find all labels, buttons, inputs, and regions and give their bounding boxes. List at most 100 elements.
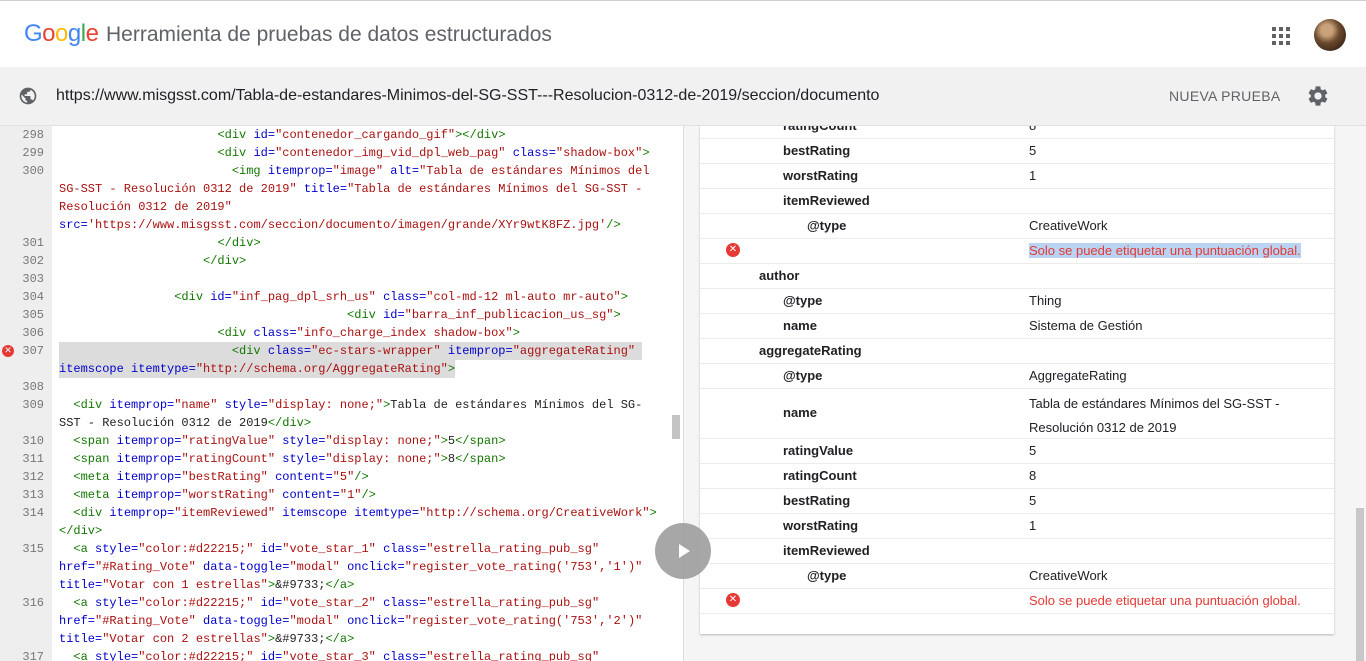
property-name: name (783, 405, 817, 420)
property-name: aggregateRating (759, 343, 862, 358)
property-value: 5 (1029, 143, 1037, 158)
new-test-button[interactable]: NUEVA PRUEBA (1169, 88, 1281, 104)
property-value: 5 (1029, 493, 1037, 508)
line-number: 309 (22, 398, 44, 412)
error-row[interactable]: ✕ Solo se puede etiquetar una puntuación … (700, 588, 1334, 614)
apps-grid-icon[interactable] (1272, 27, 1290, 45)
code-text[interactable]: <div id="barra_inf_publicacion_us_sg"> (59, 306, 621, 324)
property-name: bestRating (783, 493, 851, 508)
error-icon: ✕ (726, 243, 740, 257)
code-text[interactable]: src='https://www.misgsst.com/seccion/doc… (59, 216, 621, 234)
code-text[interactable]: <div id="contenedor_cargando_gif"></div> (59, 126, 505, 144)
code-text[interactable]: SG-SST - Resolución 0312 de 2019" title=… (59, 180, 642, 198)
line-number: 317 (22, 650, 44, 661)
structured-data-card: ratingCount 8 bestRating 5 worstRating 1 itemR… (700, 126, 1334, 634)
line-number: 311 (22, 452, 44, 466)
line-number: 312 (22, 470, 44, 484)
code-text[interactable]: SST - Resolución 0312 de 2019</div> (59, 414, 311, 432)
code-text[interactable]: <a style="color:#d22215;" id="vote_star_… (59, 594, 599, 612)
globe-icon (19, 87, 37, 105)
property-row[interactable]: itemReviewed (700, 188, 1334, 214)
logo-letter: g (67, 20, 81, 47)
code-text[interactable]: href="#Rating_Vote" data-toggle="modal" … (59, 612, 642, 630)
property-row[interactable]: ratingValue 5 (700, 438, 1334, 464)
property-row[interactable]: aggregateRating (700, 338, 1334, 364)
avatar[interactable] (1314, 19, 1346, 51)
property-row[interactable]: bestRating 5 (700, 138, 1334, 164)
app-title: Herramienta de pruebas de datos estructu… (106, 23, 552, 46)
code-text[interactable]: itemscope itemtype="http://schema.org/Ag… (59, 360, 456, 378)
code-text[interactable]: <div itemprop="name" style="display: non… (59, 396, 642, 414)
tested-url[interactable]: https://www.misgsst.com/Tabla-de-estanda… (56, 87, 879, 105)
line-number: 301 (22, 236, 44, 250)
gear-icon[interactable] (1306, 84, 1330, 108)
property-name: @type (783, 368, 823, 383)
code-text[interactable]: </div> (59, 522, 102, 540)
property-row[interactable]: bestRating 5 (700, 488, 1334, 514)
property-row[interactable]: worstRating 1 (700, 163, 1334, 189)
error-icon: ✕ (726, 593, 740, 607)
property-name: author (759, 268, 800, 283)
error-row[interactable]: ✕ Solo se puede etiquetar una puntuación … (700, 238, 1334, 264)
property-value: 8 (1029, 468, 1037, 483)
property-value: 5 (1029, 443, 1037, 458)
property-row[interactable]: @type Thing (700, 288, 1334, 314)
property-row[interactable]: itemReviewed (700, 538, 1334, 564)
line-number: 304 (22, 290, 44, 304)
property-name: ratingCount (783, 126, 857, 133)
property-name: ratingCount (783, 468, 857, 483)
error-icon[interactable]: ✕ (2, 345, 14, 357)
property-value: 8 (1029, 126, 1036, 133)
code-text[interactable]: <span itemprop="ratingValue" style="disp… (59, 432, 505, 450)
error-message: Solo se puede etiquetar una puntuación g… (1029, 593, 1301, 608)
property-name: itemReviewed (783, 193, 870, 208)
property-row[interactable]: @type CreativeWork (700, 213, 1334, 239)
code-text[interactable]: title="Votar con 2 estrellas">&#9733;</a… (59, 630, 354, 648)
logo-letter: e (85, 20, 99, 47)
code-text[interactable]: <div id="contenedor_img_vid_dpl_web_pag"… (59, 144, 649, 162)
property-value: Sistema de Gestión (1029, 318, 1143, 333)
code-text[interactable]: title="Votar con 1 estrellas">&#9733;</a… (59, 576, 354, 594)
property-value: Tabla de estándares Mínimos del SG-SST -… (1029, 396, 1280, 435)
property-row[interactable]: worstRating 1 (700, 513, 1334, 539)
property-row[interactable]: @type CreativeWork (700, 563, 1334, 589)
code-text[interactable]: href="#Rating_Vote" data-toggle="modal" … (59, 558, 642, 576)
code-text[interactable]: <a style="color:#d22215;" id="vote_star_… (59, 540, 599, 558)
property-row[interactable]: name Tabla de estándares Mínimos del SG-S… (700, 388, 1334, 439)
google-logo[interactable]: Google (24, 20, 99, 48)
code-text[interactable]: <div class="ec-stars-wrapper" itemprop="… (59, 342, 643, 360)
code-text[interactable]: <div id="inf_pag_dpl_srh_us" class="col-… (59, 288, 628, 306)
code-text[interactable]: <div class="info_charge_index shadow-box… (59, 324, 519, 342)
source-code-editor[interactable]: 298 <div id="contenedor_cargando_gif"></… (0, 126, 683, 661)
line-number: 300 (22, 164, 44, 178)
property-row[interactable]: ratingCount 8 (700, 463, 1334, 489)
code-text[interactable]: </div> (59, 252, 246, 270)
results-scrollbar[interactable] (1356, 508, 1364, 661)
code-scrollbar[interactable] (672, 415, 680, 439)
property-name: @type (783, 293, 823, 308)
property-value: CreativeWork (1029, 568, 1108, 583)
property-row[interactable]: name Sistema de Gestión (700, 313, 1334, 339)
code-text[interactable]: <meta itemprop="worstRating" content="1"… (59, 486, 375, 504)
property-name: @type (807, 568, 847, 583)
line-number: 306 (22, 326, 44, 340)
code-text[interactable]: <div itemprop="itemReviewed" itemscope i… (59, 504, 656, 522)
line-number: 310 (22, 434, 44, 448)
property-name: ratingValue (783, 443, 854, 458)
code-text[interactable]: <meta itemprop="bestRating" content="5"/… (59, 468, 368, 486)
property-value: CreativeWork (1029, 218, 1108, 233)
code-text[interactable]: <span itemprop="ratingCount" style="disp… (59, 450, 505, 468)
code-text[interactable]: </div> (59, 234, 260, 252)
code-text[interactable]: <img itemprop="image" alt="Tabla de está… (59, 162, 650, 180)
line-number: 298 (22, 128, 44, 142)
property-value: 1 (1029, 168, 1037, 183)
play-button[interactable] (655, 523, 711, 579)
property-row[interactable]: @type AggregateRating (700, 363, 1334, 389)
line-number: 314 (22, 506, 44, 520)
property-row[interactable]: author (700, 263, 1334, 289)
line-number: 316 (22, 596, 44, 610)
property-name: worstRating (783, 168, 859, 183)
code-text[interactable]: <a style="color:#d22215;" id="vote_star_… (59, 648, 599, 661)
code-text[interactable]: Resolución 0312 de 2019" (59, 198, 232, 216)
property-value: 1 (1029, 518, 1037, 533)
